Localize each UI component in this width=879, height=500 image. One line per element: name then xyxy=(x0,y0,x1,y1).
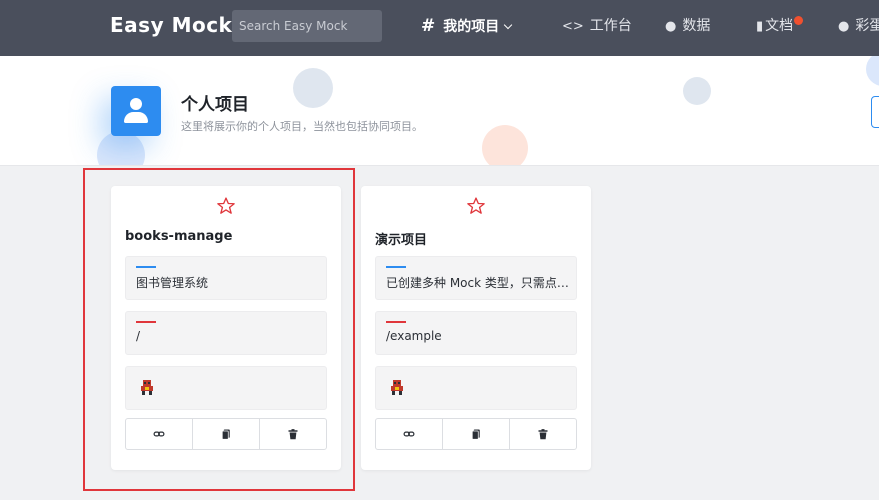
create-project-button[interactable] xyxy=(871,96,879,128)
nav-my-projects-label: 我的项目 xyxy=(443,19,500,35)
nav-data[interactable]: ● 数据 xyxy=(665,0,710,56)
page-subtitle: 这里将展示你的个人项目，当然也包括协同项目。 xyxy=(181,120,423,133)
decorative-bubble xyxy=(683,77,711,105)
notification-dot xyxy=(794,16,803,25)
star-icon[interactable] xyxy=(466,196,486,216)
nav-data-label: 数据 xyxy=(682,18,711,34)
nav-workbench-label: 工作台 xyxy=(589,18,632,34)
nav-more[interactable]: ● 彩蛋 xyxy=(838,0,879,56)
nav-my-projects[interactable]: # 我的项目 xyxy=(421,0,513,56)
top-navbar: Easy Mock # 我的项目 <> 工作台 ● 数据 ▮文档 ● 彩蛋 xyxy=(0,0,879,56)
search-input[interactable] xyxy=(232,10,382,42)
member-avatar-icon xyxy=(391,380,403,395)
nav-docs-label: 文档 xyxy=(765,18,794,34)
book-icon: ▮ xyxy=(756,19,764,34)
gamepad-icon: ● xyxy=(665,19,677,34)
project-description: 已创建多种 Mock 类型，只需点击... xyxy=(386,276,571,290)
project-members-field xyxy=(375,366,577,410)
decorative-bubble xyxy=(866,56,879,86)
link-icon xyxy=(403,431,415,437)
page-title: 个人项目 xyxy=(181,95,249,115)
page-header: 个人项目 这里将展示你的个人项目，当然也包括协同项目。 xyxy=(0,56,879,166)
decorative-bubble xyxy=(293,68,333,108)
url-accent-bar xyxy=(386,321,406,323)
nav-workbench[interactable]: <> 工作台 xyxy=(562,0,632,56)
copy-link-button[interactable] xyxy=(376,419,443,449)
project-card[interactable]: 演示项目 已创建多种 Mock 类型，只需点击... /example xyxy=(361,186,591,470)
project-url-field: /example xyxy=(375,311,577,355)
delete-icon xyxy=(538,429,548,440)
decorative-bubble xyxy=(482,125,528,165)
user-icon xyxy=(111,86,161,136)
code-icon: <> xyxy=(562,19,584,34)
copy-icon xyxy=(471,429,480,440)
chevron-down-icon xyxy=(504,20,513,30)
project-name[interactable]: 演示项目 xyxy=(375,229,427,248)
decorative-bubble xyxy=(97,131,145,165)
delete-project-button[interactable] xyxy=(510,419,576,449)
project-url: /example xyxy=(386,329,442,343)
egg-icon: ● xyxy=(838,19,850,34)
hash-icon: # xyxy=(421,16,436,36)
description-accent-bar xyxy=(386,266,406,268)
nav-more-label: 彩蛋 xyxy=(855,18,879,34)
project-description-field: 已创建多种 Mock 类型，只需点击... xyxy=(375,256,577,300)
app-logo[interactable]: Easy Mock xyxy=(110,13,232,37)
highlight-box xyxy=(83,168,355,491)
nav-docs[interactable]: ▮ 文档 xyxy=(756,0,803,56)
clone-project-button[interactable] xyxy=(443,419,510,449)
project-actions xyxy=(375,418,577,450)
